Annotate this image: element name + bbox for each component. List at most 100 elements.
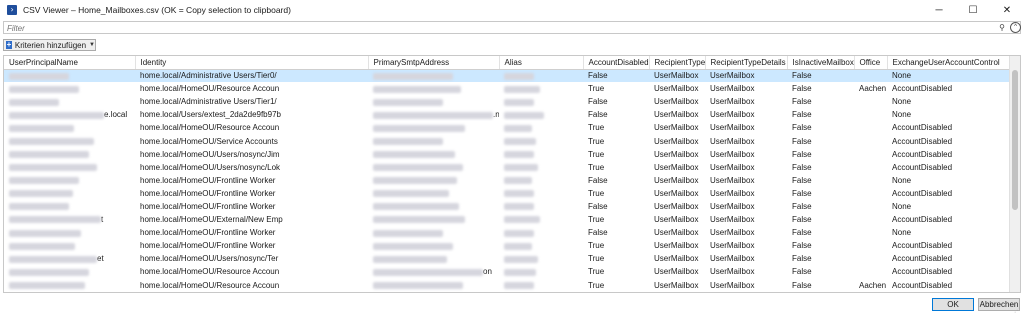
cell-text: None [892,71,912,81]
cell-office [854,265,887,278]
filter-input[interactable] [7,23,987,33]
cell-text: False [792,97,812,107]
cell-text: None [892,201,912,211]
table-row[interactable]: home.local/HomeOU/Resource Accoun True Use… [4,82,1011,95]
title-bar: › CSV Viewer – Home_Mailboxes.csv (OK = … [0,0,1024,20]
cell-uac: AccountDisabled [887,134,1011,147]
table-row[interactable]: home.local/Administrative Users/Tier1/Fa… [4,95,1011,108]
cell-text: False [792,215,812,225]
redacted-text [373,216,465,224]
ok-button[interactable]: OK [932,298,974,311]
cell-inactive-mailbox: False [787,187,854,200]
cell-text: True [588,267,605,277]
cell-alias [499,174,583,187]
cell-smtp [368,200,499,213]
cell-text: True [588,215,605,225]
redacted-text [504,229,534,237]
table-row[interactable]: home.local/HomeOU/Frontline Worker False U… [4,200,1011,213]
cell-inactive-mailbox: False [787,226,854,239]
cell-alias [499,121,583,134]
cell-text: UserMailbox [710,280,755,290]
table-row[interactable]: home.local/HomeOU/Resource Accoun True Use… [4,121,1011,134]
cell-text: UserMailbox [710,110,755,120]
cell-inactive-mailbox: False [787,161,854,174]
scrollbar-thumb[interactable] [1012,70,1018,210]
table-row[interactable]: home.local/HomeOU/Frontline Worker False U… [4,226,1011,239]
cell-smtp [368,69,499,83]
table-row[interactable]: home.local/HomeOU/Service Accounts True Us… [4,134,1011,147]
cell-inactive-mailbox: False [787,279,854,292]
cell-text: UserMailbox [710,123,755,133]
cell-text: Aachen [859,84,887,94]
column-header[interactable]: AccountDisabled [583,56,650,70]
cell-identity: home.local/HomeOU/Resource Accoun [135,121,368,134]
column-header[interactable]: ExchangeUserAccountControl [887,56,1012,70]
column-header[interactable]: UserPrincipalName [4,56,136,70]
cell-alias [499,252,583,265]
cell-account-disabled: False [583,226,649,239]
cell-smtp [368,226,499,239]
table-row[interactable]: home.local/HomeOU/Resource Accoun True Use… [4,279,1011,292]
cell-upn [4,279,135,292]
cell-text: False [792,84,812,94]
column-header[interactable]: RecipientTypeDetails [705,56,788,70]
resize-grip-icon[interactable]: ⋰ [1014,307,1022,315]
redacted-text [373,203,459,211]
cell-office [854,213,887,226]
cell-uac: AccountDisabled [887,161,1011,174]
cell-smtp [368,134,499,147]
cell-upn: et [4,252,135,265]
cell-identity: home.local/HomeOU/Frontline Worker [135,187,368,200]
cell-recipient-type: UserMailbox [649,108,705,121]
table-row[interactable]: home.local/HomeOU/Users/nosync/Jim True Us… [4,148,1011,161]
search-icon[interactable]: ⚲ [997,23,1007,33]
cell-recipient-type: UserMailbox [649,148,705,161]
cell-recipient-type: UserMailbox [649,239,705,252]
cell-text: AccountDisabled [892,84,953,94]
cell-account-disabled: True [583,187,649,200]
redacted-text [373,151,455,158]
table-row[interactable]: home.local/HomeOU/Resource Accoun on True U… [4,265,1011,278]
cell-text: UserMailbox [654,149,699,159]
add-criteria-button[interactable]: + Kriterien hinzufügen ▼ [3,39,96,51]
cell-text: UserMailbox [710,267,755,277]
cell-account-disabled: True [583,239,649,252]
redacted-text [504,268,536,276]
table-row[interactable]: e.local home.local/Users/extest_2da2de9fb… [4,108,1011,121]
redacted-text [504,137,536,145]
table-row[interactable]: home.local/HomeOU/Frontline Worker True Us… [4,239,1011,252]
cell-account-disabled: False [583,108,649,121]
cell-text: AccountDisabled [892,162,953,172]
table-row[interactable]: home.local/HomeOU/Frontline Worker True Us… [4,187,1011,200]
redacted-text [9,268,89,276]
collapse-icon[interactable]: ^ [1010,22,1021,33]
column-header[interactable]: IsInactiveMailbox [787,56,855,70]
column-header[interactable]: PrimarySmtpAddress [368,56,500,70]
maximize-button[interactable]: ☐ [956,0,990,20]
vertical-scrollbar[interactable] [1009,56,1020,292]
cell-identity: home.local/HomeOU/Frontline Worker [135,174,368,187]
column-header[interactable]: RecipientType [649,56,706,70]
cell-text: UserMailbox [654,215,699,225]
column-header[interactable]: Office [854,56,888,70]
data-grid[interactable]: UserPrincipalName Identity PrimarySmtpAddr… [3,55,1021,293]
cell-identity: home.local/HomeOU/Resource Accoun [135,265,368,278]
close-button[interactable]: ✕ [990,0,1024,20]
redacted-text [9,151,89,158]
column-header[interactable]: Alias [499,56,584,70]
table-row[interactable]: home.local/HomeOU/Users/nosync/Lok True Us… [4,161,1011,174]
table-row[interactable]: home.local/HomeOU/Frontline Worker False U… [4,174,1011,187]
column-header[interactable]: Identity [135,56,369,70]
table-row[interactable]: et home.local/HomeOU/Users/nosync/Ter True… [4,252,1011,265]
cell-account-disabled: False [583,174,649,187]
table-row[interactable]: home.local/Administrative Users/Tier0/Fa… [4,69,1011,83]
redacted-text [373,72,453,80]
cell-smtp: .net [368,108,499,121]
table-row[interactable]: t home.local/HomeOU/External/New Emp True U… [4,213,1011,226]
cell-text: UserMailbox [710,241,755,251]
redacted-text [504,98,534,106]
minimize-button[interactable]: ─ [922,0,956,20]
cell-text: UserMailbox [654,162,699,172]
cell-text: True [588,162,605,172]
cell-upn [4,148,135,161]
